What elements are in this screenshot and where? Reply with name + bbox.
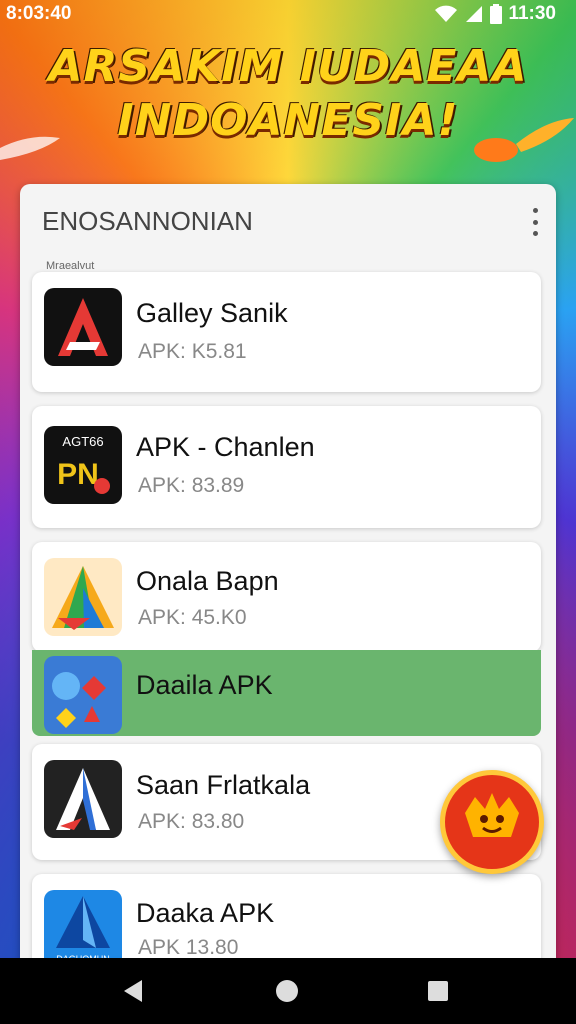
mascot-icon [465, 793, 519, 837]
app-list-item[interactable]: Galley Sanik APK: K5.81 [32, 272, 541, 392]
mascot-fab-button[interactable] [440, 770, 544, 874]
status-time: 8:03:40 [6, 3, 72, 24]
blue-arrow-logo-icon: DAGUOMUN [44, 890, 122, 968]
banner-line-1: ARSAKIM IUDAEAA [48, 41, 528, 92]
app-list-item[interactable]: Onala Bapn APK: 45.K0 [32, 542, 541, 652]
panel-title: ENOSANNONIAN [42, 206, 253, 236]
app-name: Onala Bapn [136, 566, 279, 596]
lantern-decoration-icon [474, 118, 574, 162]
overflow-menu-icon[interactable] [528, 208, 542, 236]
kite-decoration-icon [0, 136, 60, 160]
status-clock-right: 11:30 [508, 3, 556, 24]
home-icon[interactable] [274, 978, 300, 1004]
app-name: APK - Chanlen [136, 432, 315, 462]
blue-a-logo-icon [44, 760, 122, 838]
panel-subtitle: Mraealvut [46, 260, 95, 272]
colorful-triangle-logo-icon [44, 558, 122, 636]
app2-icon-top-text: AGT66 [62, 434, 103, 449]
status-bar: 8:03:40 11:30 [0, 0, 576, 28]
battery-icon [490, 4, 503, 24]
app-list-item[interactable]: AGT66 PN APK - Chanlen APK: 83.89 [32, 406, 541, 528]
back-icon[interactable] [120, 978, 146, 1004]
red-a-logo-icon [44, 288, 122, 366]
app-apk-version: APK 13.80 [138, 936, 239, 959]
app-apk-version: APK: 83.89 [138, 474, 245, 497]
recents-icon[interactable] [425, 978, 451, 1004]
app-apk-version: APK: 83.80 [138, 810, 245, 833]
multi-symbol-logo-icon [44, 656, 122, 734]
app-name: Daaka APK [136, 898, 275, 928]
app-apk-version: APK: 45.K0 [138, 606, 247, 629]
app-list-item-selected[interactable]: Daaila APK [32, 650, 541, 736]
app2-icon-mid-text: PN [57, 458, 99, 491]
app-name: Daaila APK [136, 670, 273, 700]
status-icons: 11:30 [434, 3, 556, 25]
app-name: Saan Frlatkala [136, 770, 311, 800]
system-nav-bar [0, 958, 576, 1024]
wifi-icon [435, 5, 458, 22]
app-apk-version: APK: K5.81 [138, 340, 247, 363]
app-name: Galley Sanik [136, 298, 288, 328]
signal-icon [466, 6, 483, 22]
gold-badge-logo-icon: AGT66 PN [44, 426, 122, 504]
